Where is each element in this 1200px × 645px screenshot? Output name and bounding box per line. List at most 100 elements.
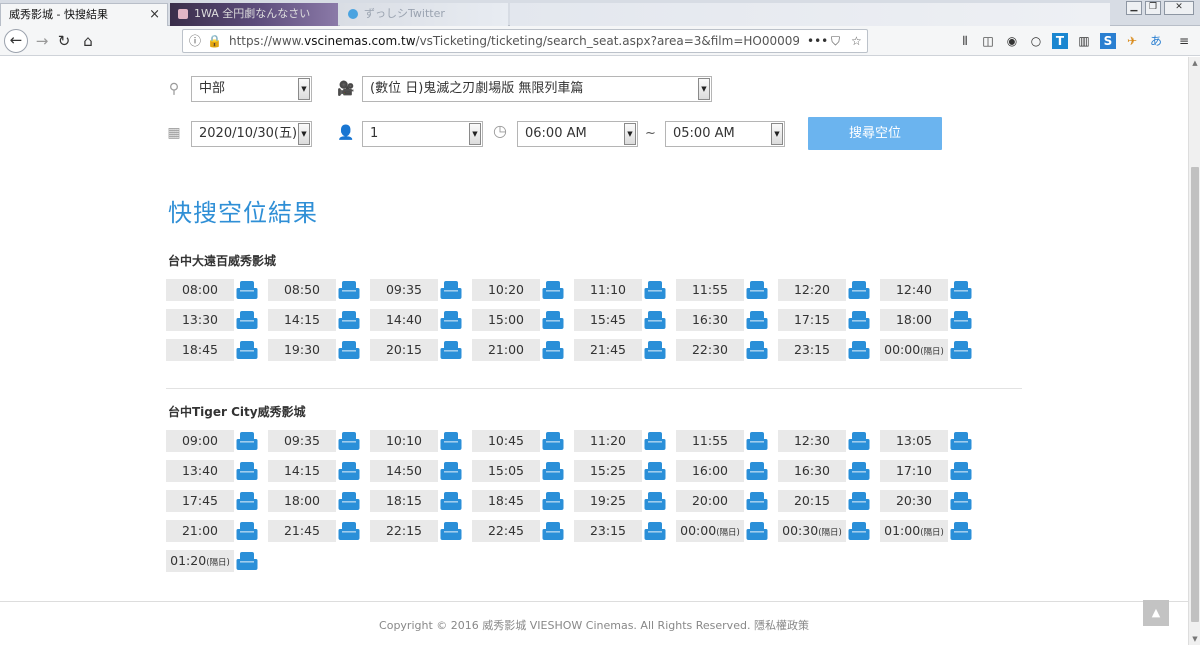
seat-available-icon[interactable] xyxy=(950,461,972,481)
showtime-slot[interactable]: 13:40 xyxy=(166,460,266,482)
showtime-slot[interactable]: 14:15 xyxy=(268,309,368,331)
seat-available-icon[interactable] xyxy=(542,521,564,541)
seat-available-icon[interactable] xyxy=(644,521,666,541)
showtime-button[interactable]: 21:00 xyxy=(166,520,234,542)
showtime-slot[interactable]: 08:50 xyxy=(268,279,368,301)
bookmark-star-icon[interactable]: ☆ xyxy=(851,30,862,52)
showtime-button[interactable]: 08:50 xyxy=(268,279,336,301)
back-to-top-button[interactable]: ▲ xyxy=(1143,600,1169,626)
showtime-slot[interactable]: 21:00 xyxy=(472,339,572,361)
showtime-button[interactable]: 19:30 xyxy=(268,339,336,361)
url-bar[interactable]: ⓘ 🔒 https://www.vscinemas.com.tw/vsTicke… xyxy=(182,29,868,53)
seat-available-icon[interactable] xyxy=(236,310,258,330)
showtime-button[interactable]: 21:45 xyxy=(574,339,642,361)
minimize-icon[interactable]: ▁ xyxy=(1126,1,1142,15)
window-close-icon[interactable]: ✕ xyxy=(1164,1,1194,15)
showtime-button[interactable]: 11:55 xyxy=(676,430,744,452)
showtime-button[interactable]: 14:15 xyxy=(268,309,336,331)
showtime-button[interactable]: 14:15 xyxy=(268,460,336,482)
seat-available-icon[interactable] xyxy=(848,461,870,481)
showtime-button[interactable]: 14:50 xyxy=(370,460,438,482)
showtime-slot[interactable]: 12:20 xyxy=(778,279,878,301)
showtime-button[interactable]: 20:30 xyxy=(880,490,948,512)
showtime-slot[interactable]: 15:00 xyxy=(472,309,572,331)
seat-available-icon[interactable] xyxy=(644,491,666,511)
seat-available-icon[interactable] xyxy=(644,461,666,481)
menu-icon[interactable]: ≡ xyxy=(1176,33,1192,49)
showtime-slot[interactable]: 15:05 xyxy=(472,460,572,482)
lock-icon[interactable]: 🔒 xyxy=(207,30,222,52)
showtime-slot[interactable]: 22:45 xyxy=(472,520,572,542)
showtime-button[interactable]: 21:00 xyxy=(472,339,540,361)
home-icon[interactable]: ⌂ xyxy=(76,29,100,53)
seat-available-icon[interactable] xyxy=(848,310,870,330)
showtime-slot[interactable]: 13:05 xyxy=(880,430,980,452)
seat-available-icon[interactable] xyxy=(440,491,462,511)
showtime-slot[interactable]: 20:15 xyxy=(370,339,470,361)
seat-available-icon[interactable] xyxy=(440,521,462,541)
page-actions-icon[interactable]: ••• xyxy=(807,30,828,52)
showtime-slot[interactable]: 01:20(隔日) xyxy=(166,550,266,572)
seat-available-icon[interactable] xyxy=(236,551,258,571)
showtime-button[interactable]: 10:20 xyxy=(472,279,540,301)
showtime-slot[interactable]: 11:10 xyxy=(574,279,674,301)
people-select[interactable]: 1 ▼ xyxy=(362,121,483,147)
seat-available-icon[interactable] xyxy=(338,491,360,511)
showtime-slot[interactable]: 19:30 xyxy=(268,339,368,361)
showtime-slot[interactable]: 14:40 xyxy=(370,309,470,331)
showtime-slot[interactable]: 21:00 xyxy=(166,520,266,542)
extension-barcode-icon[interactable]: ▥ xyxy=(1076,33,1092,49)
showtime-button[interactable]: 20:15 xyxy=(370,339,438,361)
seat-available-icon[interactable] xyxy=(746,461,768,481)
restore-icon[interactable]: ❐ xyxy=(1145,1,1161,15)
showtime-slot[interactable]: 18:15 xyxy=(370,490,470,512)
seat-available-icon[interactable] xyxy=(440,310,462,330)
info-icon[interactable]: ⓘ xyxy=(189,30,201,52)
showtime-slot[interactable]: 08:00 xyxy=(166,279,266,301)
showtime-slot[interactable]: 00:30(隔日) xyxy=(778,520,878,542)
showtime-slot[interactable]: 22:30 xyxy=(676,339,776,361)
showtime-slot[interactable]: 18:00 xyxy=(268,490,368,512)
seat-available-icon[interactable] xyxy=(236,461,258,481)
showtime-button[interactable]: 22:45 xyxy=(472,520,540,542)
showtime-slot[interactable]: 18:45 xyxy=(472,490,572,512)
seat-available-icon[interactable] xyxy=(542,340,564,360)
forward-arrow-icon[interactable]: → xyxy=(30,29,54,53)
showtime-button[interactable]: 22:15 xyxy=(370,520,438,542)
seat-available-icon[interactable] xyxy=(950,340,972,360)
seat-available-icon[interactable] xyxy=(950,431,972,451)
back-arrow-icon[interactable]: ← xyxy=(4,29,28,53)
seat-available-icon[interactable] xyxy=(848,431,870,451)
showtime-button[interactable]: 09:35 xyxy=(370,279,438,301)
showtime-slot[interactable]: 14:50 xyxy=(370,460,470,482)
showtime-slot[interactable]: 09:00 xyxy=(166,430,266,452)
seat-available-icon[interactable] xyxy=(950,280,972,300)
showtime-button[interactable]: 15:45 xyxy=(574,309,642,331)
showtime-slot[interactable]: 16:30 xyxy=(676,309,776,331)
close-tab-icon[interactable]: × xyxy=(149,4,160,25)
seat-available-icon[interactable] xyxy=(338,461,360,481)
showtime-slot[interactable]: 18:00 xyxy=(880,309,980,331)
seat-available-icon[interactable] xyxy=(746,340,768,360)
showtime-button[interactable]: 14:40 xyxy=(370,309,438,331)
translate-icon[interactable]: あ xyxy=(1148,33,1164,49)
scroll-down-icon[interactable]: ▼ xyxy=(1189,633,1200,645)
region-select[interactable]: 中部 ▼ xyxy=(191,76,312,102)
seat-available-icon[interactable] xyxy=(338,280,360,300)
showtime-button[interactable]: 20:00 xyxy=(676,490,744,512)
showtime-slot[interactable]: 01:00(隔日) xyxy=(880,520,980,542)
time-from-select[interactable]: 06:00 AM ▼ xyxy=(517,121,638,147)
pocket-icon[interactable]: ⛉ xyxy=(831,30,840,52)
seat-available-icon[interactable] xyxy=(950,521,972,541)
showtime-slot[interactable]: 20:00 xyxy=(676,490,776,512)
showtime-button[interactable]: 18:45 xyxy=(472,490,540,512)
showtime-slot[interactable]: 23:15 xyxy=(778,339,878,361)
library-icon[interactable]: ⫴ xyxy=(957,33,973,49)
showtime-button[interactable]: 17:10 xyxy=(880,460,948,482)
showtime-slot[interactable]: 20:30 xyxy=(880,490,980,512)
showtime-slot[interactable]: 12:40 xyxy=(880,279,980,301)
reload-icon[interactable]: ↻ xyxy=(52,29,76,53)
showtime-button[interactable]: 10:45 xyxy=(472,430,540,452)
vertical-scrollbar[interactable]: ▲ ▼ xyxy=(1188,57,1200,645)
showtime-slot[interactable]: 09:35 xyxy=(268,430,368,452)
